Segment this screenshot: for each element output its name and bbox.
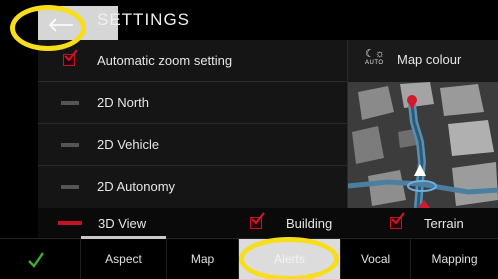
2d-north-label: 2D North xyxy=(97,95,150,110)
checkmark-icon xyxy=(64,49,78,62)
tab-map[interactable]: Map xyxy=(166,239,238,279)
view-options-row: 3D View Building Terrain xyxy=(38,208,498,238)
checkmark-icon xyxy=(251,212,265,225)
tab-vocal[interactable]: Vocal xyxy=(340,239,410,279)
map-preview-image xyxy=(348,82,498,208)
setting-row-2d-vehicle[interactable]: 2D Vehicle xyxy=(38,124,347,166)
setting-row-2d-north[interactable]: 2D North xyxy=(38,82,347,124)
page-title: SETTINGS xyxy=(97,10,191,29)
setting-row-2d-autonomy[interactable]: 2D Autonomy xyxy=(38,166,347,208)
map-colour-panel[interactable]: ☾☼ AUTO Map colour xyxy=(347,40,498,208)
terrain-label: Terrain xyxy=(424,216,464,231)
checkmark-icon xyxy=(391,212,405,225)
2d-autonomy-label: 2D Autonomy xyxy=(97,179,176,194)
auto-zoom-label: Automatic zoom setting xyxy=(97,53,233,68)
header-bar: SETTINGS xyxy=(0,0,498,52)
radio-indicator xyxy=(61,101,79,105)
settings-panel: Automatic zoom setting 2D North 2D Vehic… xyxy=(38,40,498,208)
2d-vehicle-label: 2D Vehicle xyxy=(97,137,160,152)
auto-zoom-checkbox[interactable] xyxy=(63,49,78,66)
bottom-tab-bar: Aspect Map Alerts Vocal Mapping xyxy=(0,236,498,279)
3d-view-label[interactable]: 3D View xyxy=(98,216,146,231)
map-colour-label: Map colour xyxy=(397,52,462,67)
tab-aspect[interactable]: Aspect xyxy=(80,236,166,279)
day-night-auto-icon: ☾☼ AUTO xyxy=(365,48,385,67)
tab-alerts[interactable]: Alerts xyxy=(238,239,340,279)
terrain-checkbox[interactable] xyxy=(390,212,405,229)
radio-indicator xyxy=(61,143,79,147)
tab-mapping[interactable]: Mapping xyxy=(410,239,498,279)
checkmark-icon xyxy=(28,252,44,268)
building-label: Building xyxy=(286,216,333,231)
confirm-button[interactable] xyxy=(0,239,80,279)
arrow-left-icon xyxy=(48,18,73,32)
radio-indicator xyxy=(61,185,79,189)
building-checkbox[interactable] xyxy=(250,212,265,229)
setting-row-auto-zoom[interactable]: Automatic zoom setting xyxy=(38,40,347,82)
3d-view-selected-indicator xyxy=(58,221,82,225)
